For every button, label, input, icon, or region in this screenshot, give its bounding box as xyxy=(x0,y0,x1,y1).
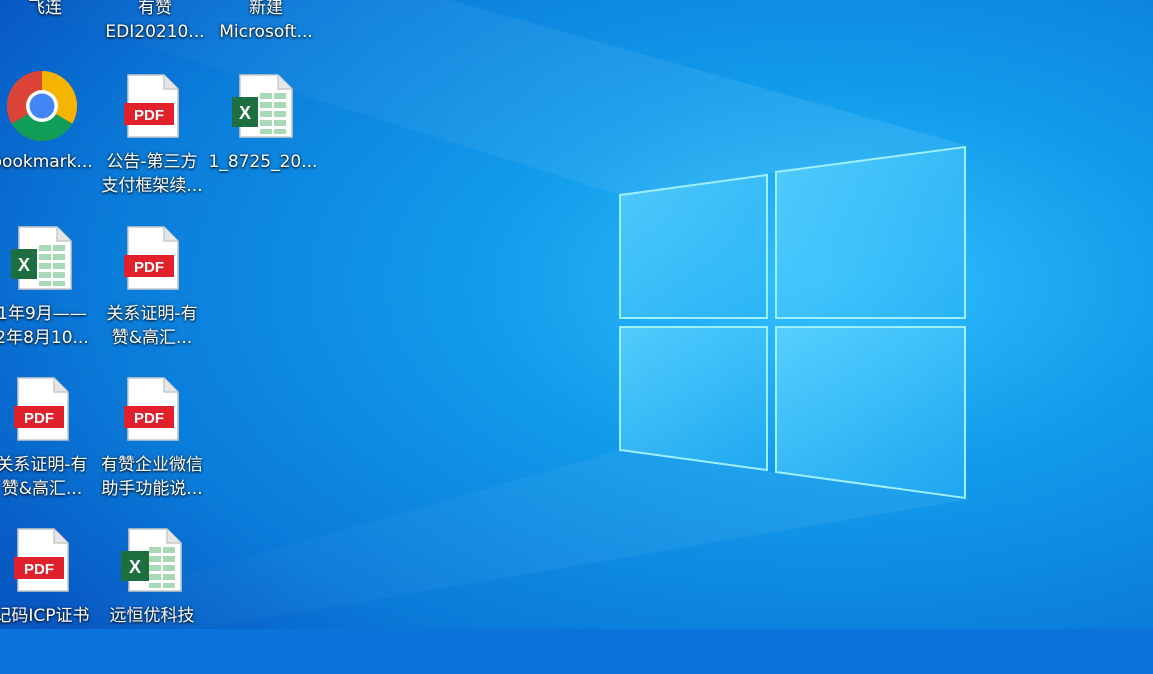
label-line: 2年8月10... xyxy=(0,328,89,348)
desktop-icon-label: 1_8725_20... xyxy=(204,150,322,174)
pdf-icon: PDF xyxy=(116,70,188,142)
desktop-icon-pdf-wecom-helper[interactable]: PDF 有赞企业微信 助手功能说... xyxy=(96,373,208,523)
pdf-badge: PDF xyxy=(134,259,164,276)
excel-badge: X xyxy=(129,557,141,577)
label-line: Microsoft... xyxy=(219,22,313,42)
desktop-icon-label: 关系证明-有 赞&高汇... xyxy=(0,453,101,501)
label-line: 有赞 xyxy=(138,0,172,18)
excel-badge: X xyxy=(239,103,251,123)
label-line: EDI20210... xyxy=(105,22,205,42)
desktop-icon-pdf-icp[interactable]: PDF 记码ICP证书 xyxy=(0,524,98,674)
desktop-icon-label: 公告-第三方 支付框架续... xyxy=(93,150,211,198)
label-line: 远恒优科技 xyxy=(109,606,195,626)
label-line: 新建 xyxy=(249,0,283,18)
desktop-icon-label[interactable]: 新建 Microsoft... xyxy=(207,0,325,44)
pdf-icon: PDF xyxy=(116,373,188,445)
pdf-badge: PDF xyxy=(24,410,54,427)
desktop-icon-pdf-relation-2[interactable]: PDF 关系证明-有 赞&高汇... xyxy=(0,373,98,523)
pdf-badge: PDF xyxy=(134,107,164,124)
label-line: 1年9月—— xyxy=(0,304,87,324)
desktop-icon-label: 有赞企业微信 助手功能说... xyxy=(93,453,211,501)
chrome-icon xyxy=(6,70,78,142)
pdf-badge: PDF xyxy=(134,410,164,427)
label-line: 公告-第三方 xyxy=(106,152,198,172)
desktop-icon-label[interactable]: 有赞 EDI20210... xyxy=(96,0,214,44)
label-line: 关系证明-有 xyxy=(0,455,88,475)
label-line: 记码ICP证书 xyxy=(0,606,90,626)
label-line: 关系证明-有 xyxy=(106,304,198,324)
desktop-icon-pdf-relation-1[interactable]: PDF 关系证明-有 赞&高汇... xyxy=(96,222,208,372)
pdf-badge: PDF xyxy=(24,561,54,578)
desktop-icon-excel-period[interactable]: X 1年9月—— 2年8月10... xyxy=(0,222,98,372)
label-line: bookmark... xyxy=(0,152,93,172)
label-line: 1_8725_20... xyxy=(208,152,318,172)
desktop-icon-excel-8725[interactable]: X 1_8725_20... xyxy=(207,70,319,220)
pdf-icon: PDF xyxy=(6,373,78,445)
pdf-icon: PDF xyxy=(6,524,78,596)
desktop-icon-excel-yuanheng[interactable]: X 远恒优科技 xyxy=(96,524,208,674)
label-line: 支付框架续... xyxy=(101,176,203,196)
desktop-icon-label: 1年9月—— 2年8月10... xyxy=(0,302,101,350)
desktop-icon-label: 远恒优科技 xyxy=(93,604,211,628)
pdf-icon: PDF xyxy=(116,222,188,294)
desktop-icon-pdf-announcement[interactable]: PDF 公告-第三方 支付框架续... xyxy=(96,70,208,220)
label-line: 有赞企业微信 xyxy=(101,455,203,475)
label-line: 飞连 xyxy=(28,0,62,18)
excel-icon: X xyxy=(227,70,299,142)
label-line: 助手功能说... xyxy=(101,479,203,499)
desktop-icon-bookmarks[interactable]: bookmark... xyxy=(0,70,98,220)
excel-badge: X xyxy=(18,255,30,275)
excel-icon: X xyxy=(6,222,78,294)
desktop-icon-label: bookmark... xyxy=(0,150,101,174)
desktop-icon-label: 记码ICP证书 xyxy=(0,604,101,628)
excel-icon: X xyxy=(116,524,188,596)
label-line: 赞&高汇... xyxy=(1,479,83,499)
label-line: 赞&高汇... xyxy=(111,328,193,348)
desktop-icon-label: 关系证明-有 赞&高汇... xyxy=(93,302,211,350)
desktop-icon-label[interactable]: 飞连 xyxy=(0,0,104,20)
